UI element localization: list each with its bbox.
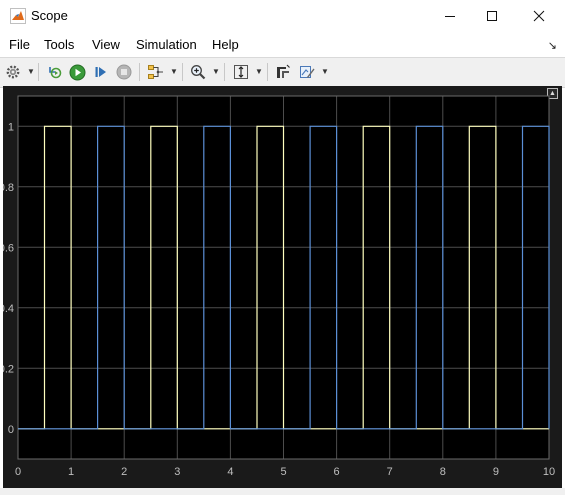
highlight-icon (277, 64, 290, 78)
toolbar-separator (267, 63, 268, 81)
toolbar-separator (224, 63, 225, 81)
menu-tools[interactable]: Tools (44, 37, 74, 52)
matlab-icon (10, 8, 26, 24)
y-tick-label: 0 (8, 424, 14, 436)
toolbar-separator (38, 63, 39, 81)
chevron-down-icon[interactable]: ▼ (321, 67, 329, 76)
x-tick-label: 9 (493, 466, 499, 478)
title-bar: Scope (0, 0, 565, 32)
y-tick-label: 0.2 (3, 363, 14, 375)
maximize-button[interactable] (469, 0, 515, 32)
y-tick-label: 0.8 (3, 182, 14, 194)
chevron-down-icon[interactable]: ▼ (170, 67, 178, 76)
signal-select-button[interactable] (146, 62, 166, 82)
style-icon (300, 66, 315, 78)
menu-file[interactable]: File (9, 37, 30, 52)
maximize-icon (487, 11, 497, 21)
y-tick-label: 0.4 (3, 303, 14, 315)
menu-view[interactable]: View (92, 37, 120, 52)
stop-icon (116, 64, 132, 80)
stop-button[interactable] (115, 62, 133, 82)
scope-display: ▲ 01234567891000.20.40.60.81 (3, 86, 562, 490)
gear-icon (6, 65, 20, 79)
style-button[interactable] (298, 62, 316, 82)
x-tick-label: 6 (334, 466, 340, 478)
autoscale-icon (234, 65, 248, 79)
status-bar (0, 488, 565, 495)
x-tick-label: 2 (121, 466, 127, 478)
x-tick-label: 4 (227, 466, 233, 478)
zoom-in-icon (191, 65, 206, 80)
menu-simulation[interactable]: Simulation (136, 37, 197, 52)
run-icon (69, 64, 85, 80)
minimize-icon (445, 16, 455, 17)
restore-view-button[interactable] (46, 62, 64, 82)
chevron-down-icon[interactable]: ▼ (212, 67, 220, 76)
series-layer (18, 125, 550, 430)
x-tick-label: 3 (174, 466, 180, 478)
toolbar-separator (182, 63, 183, 81)
minimize-button[interactable] (427, 0, 473, 32)
x-tick-label: 5 (280, 466, 286, 478)
scope-plot: 0 1 2 3 4 5 6 7 8 9 10 0 0.2 0.4 0.6 0.8 1 (3, 95, 555, 478)
window-title: Scope (31, 8, 68, 23)
toolbar: ▼ ▼ ▼ ▼ ▼ (0, 57, 565, 88)
y-tick-label: 1 (8, 121, 14, 133)
run-button[interactable] (68, 62, 86, 82)
chevron-down-icon[interactable]: ▼ (255, 67, 263, 76)
chevron-down-icon[interactable]: ▼ (27, 67, 35, 76)
toolbar-separator (139, 63, 140, 81)
x-tick-label: 7 (387, 466, 393, 478)
menu-bar: File Tools View Simulation Help ↘ (0, 33, 565, 57)
x-tick-label: 1 (68, 466, 74, 478)
autoscale-button[interactable] (232, 62, 250, 82)
configuration-button[interactable] (4, 62, 22, 82)
y-tick-label: 0.6 (3, 242, 14, 254)
close-icon (533, 10, 545, 22)
restore-view-icon (49, 67, 62, 79)
zoom-button[interactable] (189, 62, 207, 82)
x-tick-label: 0 (15, 466, 21, 478)
step-forward-button[interactable] (92, 62, 110, 82)
close-button[interactable] (516, 0, 562, 32)
x-tick-label: 10 (543, 466, 555, 478)
menu-help[interactable]: Help (212, 37, 239, 52)
dock-arrow-icon[interactable]: ↘ (548, 39, 557, 52)
highlight-button[interactable] (274, 62, 292, 82)
x-tick-label: 8 (440, 466, 446, 478)
signal-select-icon (148, 65, 163, 79)
step-forward-icon (95, 67, 106, 77)
